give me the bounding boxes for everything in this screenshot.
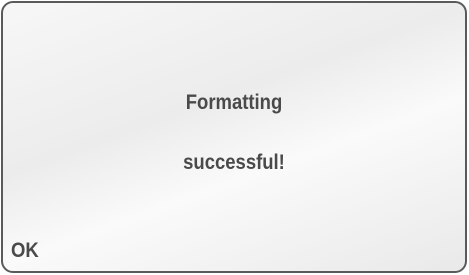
device-screen: Formatting successful! OK — [1, 1, 467, 273]
message-line-2: successful! — [183, 151, 285, 174]
ok-softkey[interactable]: OK — [11, 239, 39, 263]
message-line-1: Formatting — [185, 91, 283, 114]
